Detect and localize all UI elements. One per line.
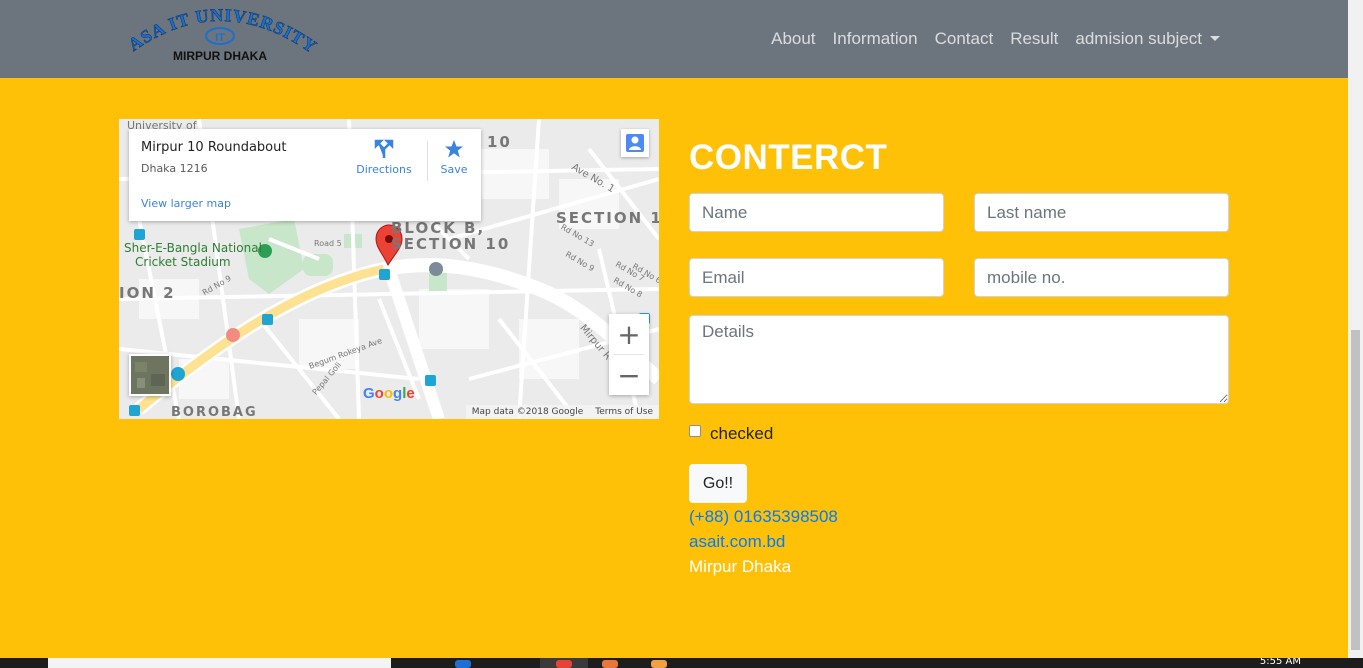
map-label-borobag: BOROBAG bbox=[171, 405, 258, 419]
logo-subtitle: MIRPUR DHAKA bbox=[173, 49, 267, 63]
name-input[interactable] bbox=[689, 193, 944, 232]
terms-of-use-link[interactable]: Terms of Use bbox=[595, 407, 653, 417]
satellite-thumbnail-icon bbox=[131, 356, 169, 394]
taskbar-clock[interactable]: 5:55 AM bbox=[1260, 658, 1301, 667]
checked-checkbox[interactable] bbox=[689, 425, 701, 437]
google-logo[interactable]: Google bbox=[363, 385, 415, 402]
university-logo[interactable]: ASA IT UNIVERSITY IT MIRPUR DHAKA bbox=[120, 5, 320, 66]
nav-dropdown-admission-subject[interactable]: admision subject bbox=[1075, 29, 1220, 49]
details-textarea[interactable] bbox=[689, 315, 1229, 404]
save-label: Save bbox=[440, 163, 468, 176]
mobile-input[interactable] bbox=[974, 258, 1229, 297]
edge-icon[interactable] bbox=[455, 660, 471, 668]
checkbox-label: checked bbox=[710, 424, 774, 443]
zoom-in-button[interactable]: + bbox=[609, 314, 649, 354]
nav-link-about[interactable]: About bbox=[771, 29, 815, 49]
logo-graphic: ASA IT UNIVERSITY IT MIRPUR DHAKA bbox=[124, 5, 320, 63]
email-input[interactable] bbox=[689, 258, 944, 297]
view-larger-map-link[interactable]: View larger map bbox=[141, 197, 231, 210]
dropdown-label: admision subject bbox=[1075, 29, 1202, 48]
pegman-icon bbox=[626, 134, 644, 152]
map-label-stadium-line2: Cricket Stadium bbox=[135, 255, 231, 269]
taskbar-search-box[interactable] bbox=[48, 658, 391, 668]
map-label-10: 10 bbox=[487, 133, 512, 151]
place-name: Mirpur 10 Roundabout bbox=[141, 140, 287, 155]
directions-button[interactable]: Directions bbox=[355, 139, 413, 176]
app-icon-folder[interactable] bbox=[651, 660, 667, 668]
save-button[interactable]: Save bbox=[433, 139, 475, 176]
directions-label: Directions bbox=[356, 163, 412, 176]
nav-link-contact[interactable]: Contact bbox=[935, 29, 994, 49]
chrome-icon bbox=[556, 660, 572, 668]
zoom-out-button[interactable]: − bbox=[609, 355, 649, 395]
map-label-road5: Road 5 bbox=[314, 239, 342, 248]
satellite-toggle-button[interactable] bbox=[129, 354, 171, 396]
embedded-map[interactable]: University of 10 BLOCK B, SECTION 10 SEC… bbox=[119, 119, 659, 419]
map-label-stadium-line1: Sher-E-Bangla National bbox=[124, 241, 262, 255]
map-label-section2: ION 2 bbox=[119, 284, 176, 302]
page-scrollbar[interactable] bbox=[1348, 0, 1363, 658]
star-icon bbox=[445, 140, 463, 158]
submit-button[interactable]: Go!! bbox=[689, 464, 747, 503]
zoom-controls: + − bbox=[609, 314, 649, 395]
windows-taskbar: 5:55 AM bbox=[0, 658, 1363, 668]
nav-link-result[interactable]: Result bbox=[1010, 29, 1058, 49]
nav-menu: About Information Contact Result admisio… bbox=[771, 0, 1220, 78]
place-address: Dhaka 1216 bbox=[141, 162, 208, 175]
contact-title: CONTERCT bbox=[689, 138, 888, 177]
app-icon-orange[interactable] bbox=[602, 660, 618, 668]
map-attribution: Map data ©2018 Google bbox=[471, 407, 584, 417]
map-label-section10: SECTION 10 bbox=[391, 235, 511, 253]
caret-down-icon bbox=[1210, 36, 1220, 41]
nav-link-information[interactable]: Information bbox=[833, 29, 918, 49]
street-view-pegman[interactable] bbox=[621, 129, 649, 157]
website-link[interactable]: asait.com.bd bbox=[689, 532, 785, 552]
card-divider bbox=[427, 141, 428, 181]
map-label-section1: SECTION 1 bbox=[556, 209, 659, 227]
location-text: Mirpur Dhaka bbox=[689, 557, 792, 576]
last-name-input[interactable] bbox=[974, 193, 1229, 232]
map-attribution-bar: Map data ©2018 Google Terms of Use bbox=[465, 405, 659, 419]
top-navbar: ASA IT UNIVERSITY IT MIRPUR DHAKA About … bbox=[0, 0, 1348, 78]
directions-icon bbox=[374, 139, 394, 158]
logo-mark: IT bbox=[215, 32, 225, 44]
phone-link[interactable]: (+88) 01635398508 bbox=[689, 507, 838, 527]
map-place-card: Mirpur 10 Roundabout Dhaka 1216 View lar… bbox=[129, 129, 481, 221]
scrollbar-thumb[interactable] bbox=[1351, 330, 1360, 650]
checked-checkbox-row: checked bbox=[689, 424, 773, 444]
